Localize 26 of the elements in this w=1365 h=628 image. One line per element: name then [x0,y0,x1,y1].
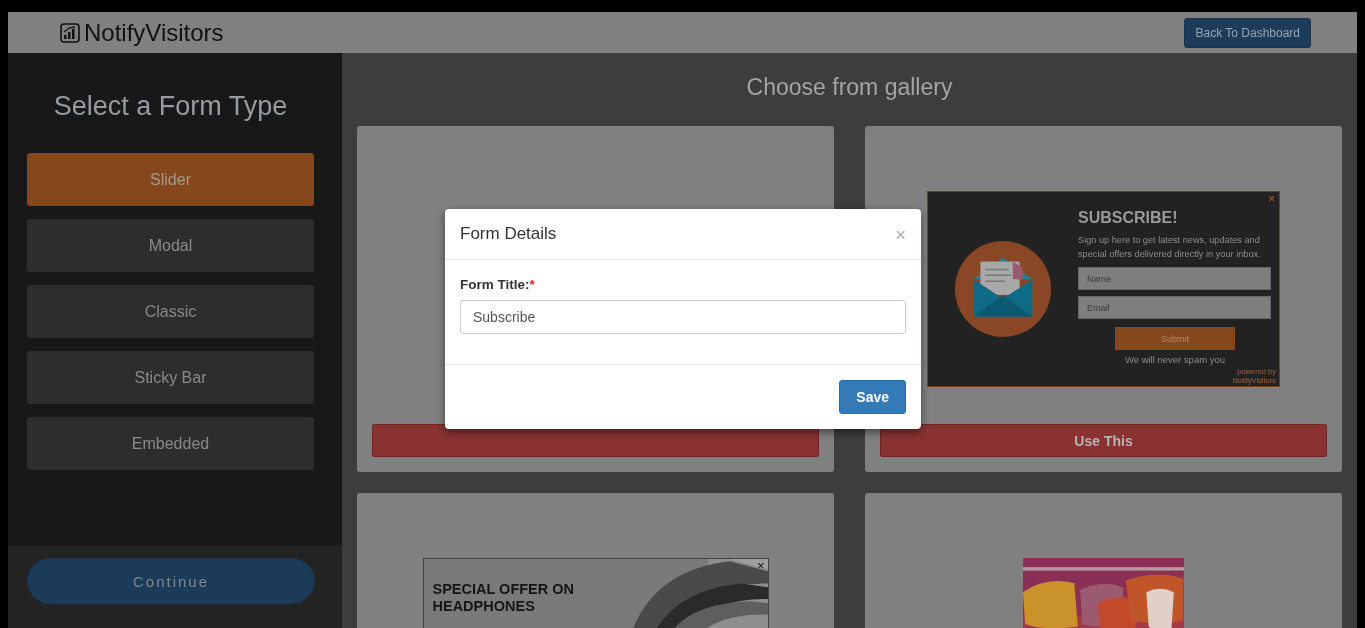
chart-logo-icon [60,22,80,43]
close-button[interactable]: × [1268,193,1275,205]
spam-note: We will never spam you [1124,354,1226,365]
form-title-label: Form Title:* [460,277,536,292]
close-button[interactable]: × [894,224,906,244]
form-type-item[interactable]: Embedded [27,417,314,470]
use-this-button[interactable]: Use This [880,424,1327,457]
gallery-title: Choose from gallery [745,74,954,101]
subscribe-description: Sign up here to get latest news, updates and special offers delivered directly in your inbox. [1078,234,1262,261]
logo-text: NotifyVisitors [84,18,224,47]
submit-button[interactable]: Submit [1115,327,1235,350]
subscribe-heading: SUBSCRIBE! [1078,209,1178,227]
name-field[interactable]: Name [1078,267,1271,290]
dialog-title: Form Details [460,224,557,244]
continue-button[interactable]: Continue [27,558,315,604]
form-type-item[interactable]: Classic [27,285,314,338]
sidebar-title: Select a Form Type [52,91,289,122]
envelope-icon [954,240,1052,338]
back-to-dashboard-button[interactable]: Back To Dashboard [1184,17,1311,48]
form-type-item[interactable]: Sticky Bar [27,351,314,404]
form-type-item[interactable]: Modal [27,219,314,272]
form-title-field[interactable]: Subscribe [460,300,906,334]
offer-headline: SPECIAL OFFER ON HEADPHONES [431,580,576,616]
save-button[interactable]: Save [839,380,906,414]
email-field[interactable]: Email [1078,296,1271,319]
form-type-item[interactable]: Slider [27,153,314,206]
